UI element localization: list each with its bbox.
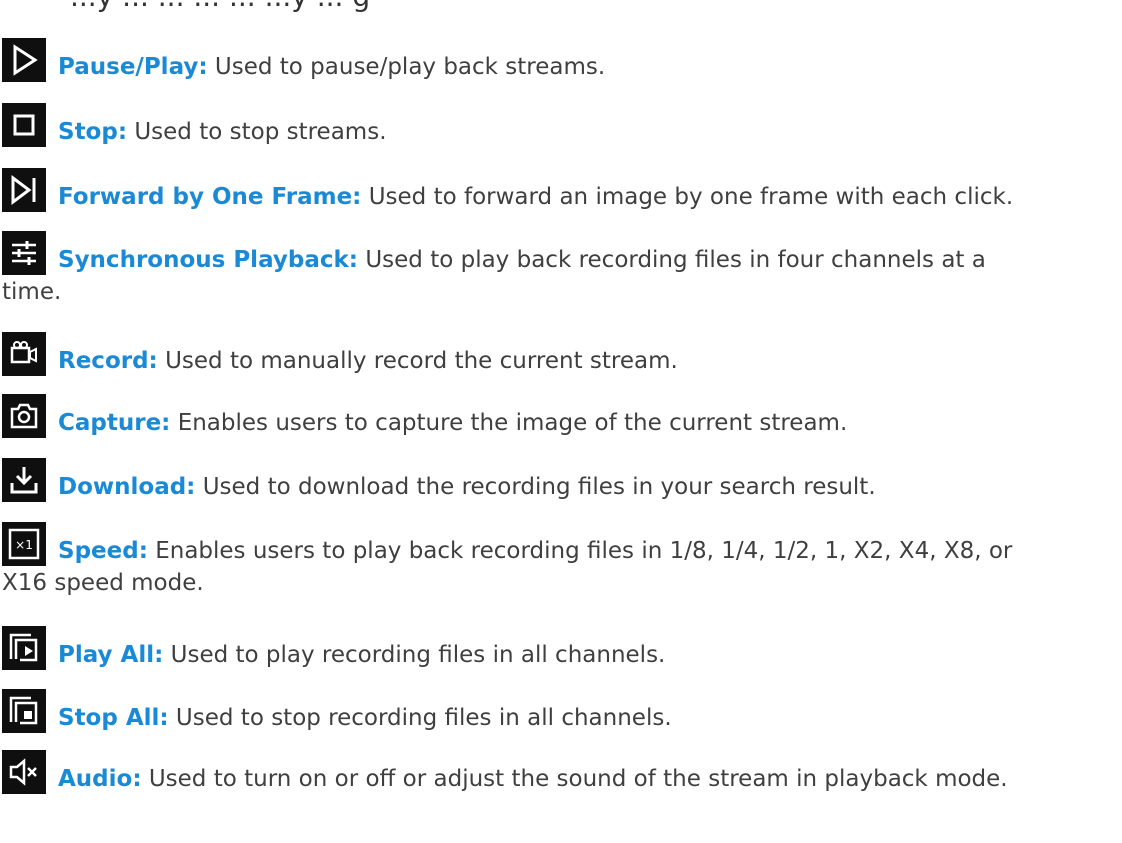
term-label: Pause/Play: [58,54,208,80]
term-description: Used to turn on or off or adjust the sou… [148,766,1008,792]
audio-mute-icon [2,750,46,794]
speed-x1-icon: ×1 [2,522,46,566]
term-description: Used to play recording files in all chan… [170,642,666,668]
stop-icon [2,103,46,147]
svg-text:×1: ×1 [15,538,33,552]
term-label: Play All: [58,642,164,668]
term-description: Used to download the recording files in … [202,474,876,500]
term-description: Used to forward an image by one frame wi… [368,184,1014,210]
term-description: Used to stop streams. [134,119,387,145]
term-label: Stop: [58,119,128,145]
term-description-continued: X16 speed mode. [2,570,204,596]
sliders-icon [2,231,46,275]
play-icon [2,38,46,82]
frame-forward-icon [2,168,46,212]
play-all-icon [2,626,46,670]
term-label: Synchronous Playback: [58,247,358,273]
download-icon [2,458,46,502]
term-description: Used to stop recording files in all chan… [175,705,672,731]
stop-all-icon [2,689,46,733]
term-label: Stop All: [58,705,169,731]
term-description: Used to play back recording files in fou… [365,247,986,273]
term-label: Record: [58,348,158,374]
term-description: Used to pause/play back streams. [214,54,606,80]
term-description: Used to manually record the current stre… [165,348,678,374]
term-description: Enables users to play back recording fil… [155,538,1013,564]
term-label: Download: [58,474,196,500]
video-camera-icon [2,332,46,376]
clipped-text-line: ...y ... ... ... ... ...y ... g [70,0,370,13]
camera-icon [2,394,46,438]
term-label: Speed: [58,538,148,564]
term-label: Capture: [58,410,171,436]
term-label: Audio: [58,766,142,792]
term-description: Enables users to capture the image of th… [177,410,848,436]
term-label: Forward by One Frame: [58,184,362,210]
term-description-continued: time. [2,279,62,305]
